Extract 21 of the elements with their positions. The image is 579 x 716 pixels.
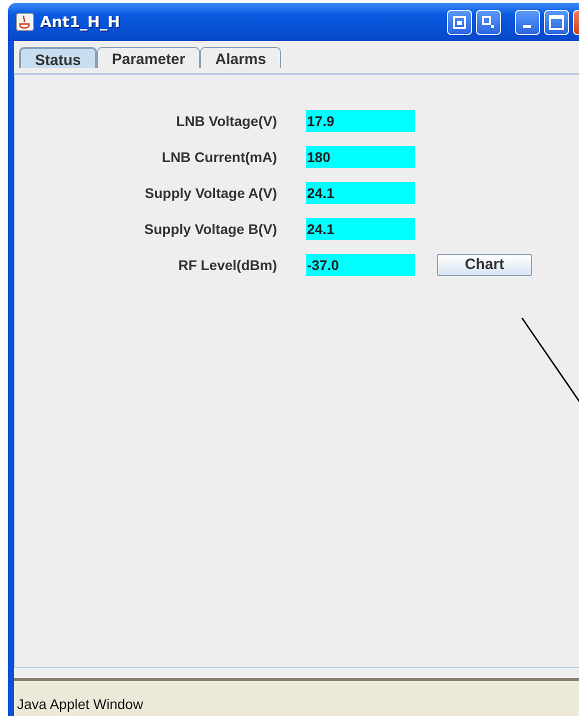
coffee-cup-icon xyxy=(16,13,34,31)
minimize-to-tray-icon[interactable] xyxy=(476,10,501,34)
chart-button[interactable]: Chart xyxy=(437,254,532,276)
minimize-icon[interactable] xyxy=(515,10,540,34)
window-title: Ant1_H_H xyxy=(40,13,122,31)
field-label: RF Level(dBm) xyxy=(177,256,277,272)
value-field: 24.1 xyxy=(306,182,415,204)
field-label: Supply Voltage B(V) xyxy=(143,220,277,236)
status-text: Java Applet Window xyxy=(17,696,144,712)
value-field: 17.9 xyxy=(306,110,415,132)
field-label: LNB Voltage(V) xyxy=(175,112,277,128)
maximize-icon[interactable] xyxy=(544,10,569,34)
field-label: Supply Voltage A(V) xyxy=(144,184,277,200)
value-field: -37.0 xyxy=(306,254,415,276)
tab[interactable]: Parameter xyxy=(96,47,200,68)
restore-icon[interactable] xyxy=(447,10,472,34)
value-field: 24.1 xyxy=(306,218,415,240)
tab[interactable]: Status xyxy=(19,47,97,68)
field-label: LNB Current(mA) xyxy=(160,148,277,164)
value-field: 180 xyxy=(306,146,415,168)
tab[interactable]: Alarms xyxy=(200,47,282,68)
